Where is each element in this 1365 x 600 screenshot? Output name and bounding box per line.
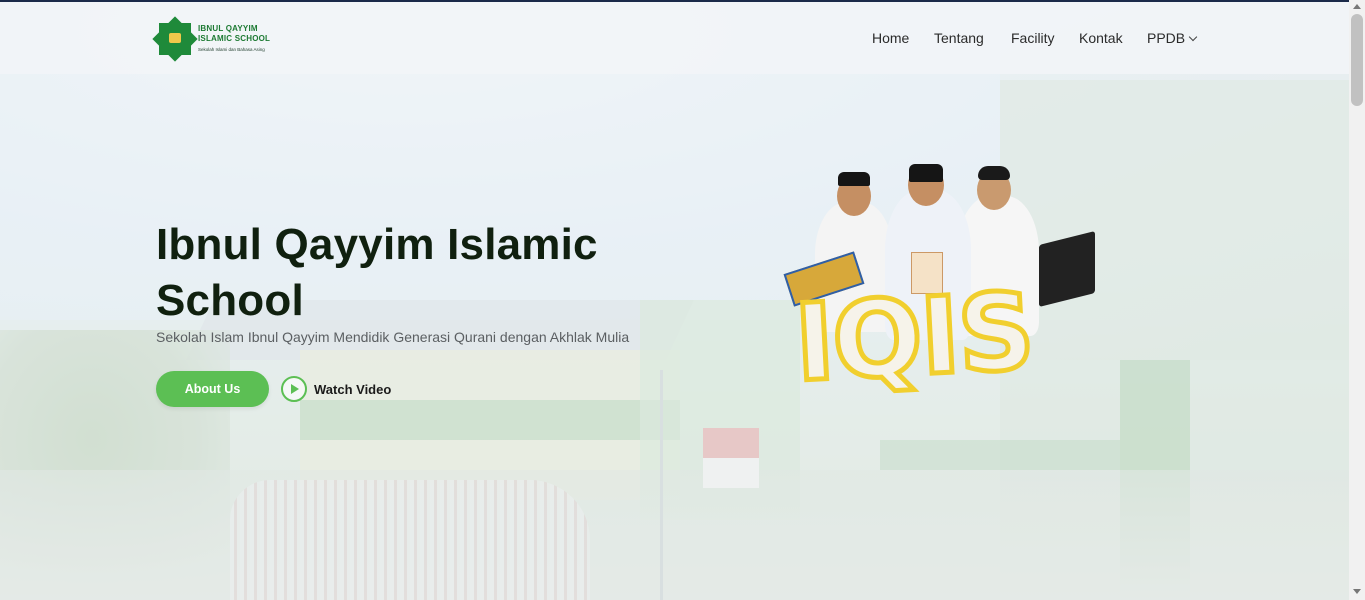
iqis-badge: IQIS [789,267,1037,407]
scroll-down-icon[interactable] [1353,589,1361,594]
hero-subtitle: Sekolah Islam Ibnul Qayyim Mendidik Gene… [156,329,630,345]
navbar: IBNUL QAYYIM ISLAMIC SCHOOL Sekolah Isla… [0,2,1349,74]
site-logo[interactable]: IBNUL QAYYIM ISLAMIC SCHOOL Sekolah Isla… [152,16,276,62]
logo-text: IBNUL QAYYIM ISLAMIC SCHOOL Sekolah Isla… [198,24,270,55]
peci-cap-icon [838,172,870,186]
watch-video-button[interactable]: Watch Video [281,376,391,402]
scroll-up-icon[interactable] [1353,4,1361,9]
logo-line1: IBNUL QAYYIM [198,23,258,33]
nav-ppdb-label: PPDB [1147,30,1186,46]
logo-line2: ISLAMIC SCHOOL [198,33,271,43]
chevron-down-icon [1188,32,1198,42]
nav-facility[interactable]: Facility [1011,30,1055,46]
play-icon [281,376,307,402]
nav-kontak[interactable]: Kontak [1079,30,1123,46]
hero-title: Ibnul Qayyim Islamic School [156,220,598,326]
logo-emblem-icon [152,16,198,62]
nav-tentang[interactable]: Tentang [934,30,984,46]
peci-cap-icon [909,164,943,182]
watch-video-label: Watch Video [314,381,392,397]
about-us-button[interactable]: About Us [156,371,269,407]
logo-tagline: Sekolah Islami dan Bahasa Asing [198,46,265,52]
nav-home[interactable]: Home [872,30,909,46]
laptop-icon [1039,231,1095,307]
students-illustration: IQIS [775,160,1105,420]
scrollbar-thumb[interactable] [1351,14,1363,106]
nav-ppdb[interactable]: PPDB [1147,30,1198,46]
